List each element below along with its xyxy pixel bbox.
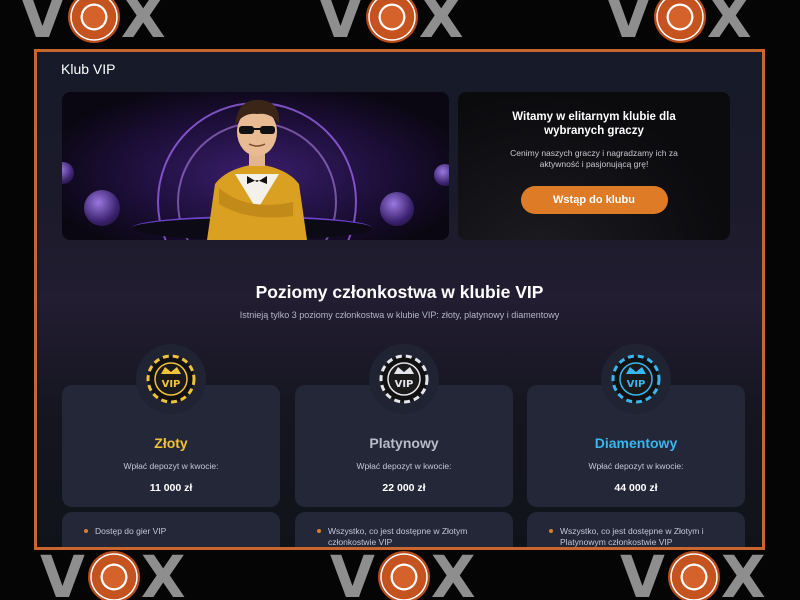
tier-name: Złoty	[154, 435, 188, 451]
vip-badge-text: VIP	[627, 379, 646, 390]
welcome-title: Witamy w elitarnym klubie dla wybranych …	[512, 111, 676, 137]
levels-heading: Poziomy członkostwa w klubie VIP	[255, 282, 544, 302]
watermark-logo: VX	[20, 0, 168, 46]
tier-name: Platynowy	[369, 435, 439, 451]
vip-platinum-badge-icon: VIP	[369, 344, 439, 414]
perk-item: Wszystko, co jest dostępne w Złotym czło…	[317, 526, 501, 547]
vip-diamond-badge-icon: VIP	[601, 344, 671, 414]
perk-item: Wszystko, co jest dostępne w Złotym i Pl…	[549, 526, 733, 547]
page-title: Klub VIP	[61, 61, 116, 77]
vip-man-illustration	[207, 99, 307, 240]
tier-deposit-amount: 11 000 zł	[149, 482, 193, 494]
vip-club-page: Klub VIP Witamy w elitarnym klubie dla w…	[34, 49, 765, 550]
watermark-logo: VX	[606, 0, 754, 46]
vip-gold-badge-icon: VIP	[136, 344, 206, 414]
tier-name: Diamentowy	[594, 435, 678, 451]
watermark-logo: VX	[620, 548, 768, 600]
vip-badge-text: VIP	[395, 379, 414, 390]
watermark-logo: VX	[330, 548, 478, 600]
tier-deposit-label: Wpłać depozyt w kwocie:	[588, 461, 684, 471]
welcome-subtitle: Cenimy naszych graczy i nagradzamy ich z…	[510, 148, 678, 169]
tier-deposit-label: Wpłać depozyt w kwocie:	[356, 461, 452, 471]
hero-image	[62, 92, 449, 240]
watermark-logo: VX	[318, 0, 466, 46]
perk-card-diamond: Wszystko, co jest dostępne w Złotym i Pl…	[527, 512, 745, 547]
tier-deposit-amount: 22 000 zł	[382, 482, 426, 494]
perk-card-gold: Dostęp do gier VIP	[62, 512, 280, 547]
perk-card-platinum: Wszystko, co jest dostępne w Złotym czło…	[295, 512, 513, 547]
tier-deposit-amount: 44 000 zł	[614, 482, 658, 494]
levels-subheading: Istnieją tylko 3 poziomy członkostwa w k…	[239, 310, 560, 320]
tier-deposit-label: Wpłać depozyt w kwocie:	[123, 461, 219, 471]
perk-item: Dostęp do gier VIP	[84, 526, 268, 537]
join-club-button[interactable]: Wstąp do klubu	[520, 186, 668, 214]
welcome-panel: Witamy w elitarnym klubie dla wybranych …	[458, 92, 730, 240]
vip-badge-text: VIP	[162, 379, 181, 390]
watermark-logo: VX	[40, 548, 188, 600]
